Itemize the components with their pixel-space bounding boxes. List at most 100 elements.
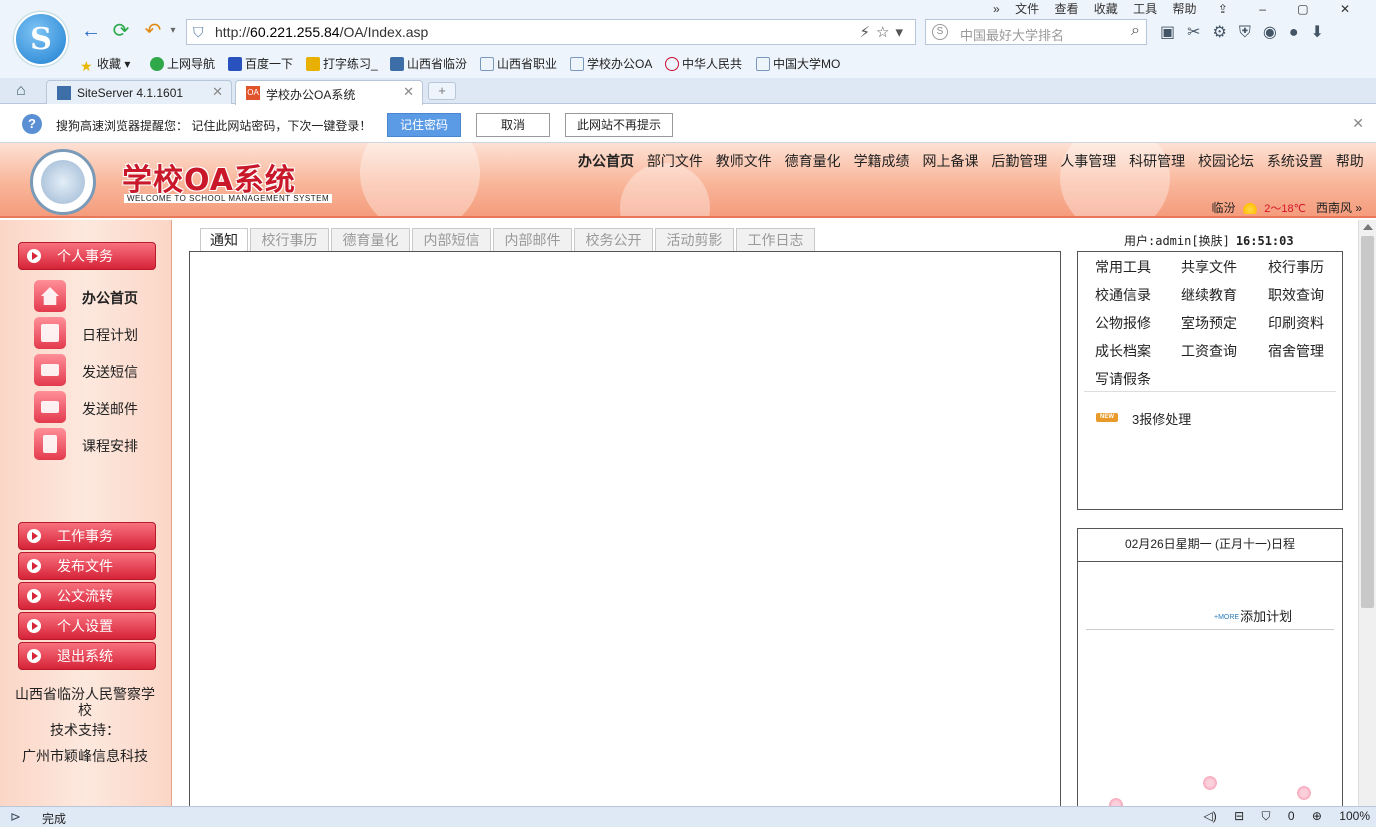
nav-grades[interactable]: 学籍成绩 [854,153,910,169]
menu-help[interactable]: 帮助 [1173,2,1197,16]
tool-school-calendar[interactable]: 校行事历 [1268,257,1324,277]
address-bar-icons[interactable]: ⚡☆▾ [859,23,909,41]
undo-dropdown-icon[interactable]: ▾ [162,20,184,42]
nav-teacher-files[interactable]: 教师文件 [716,153,772,169]
bookmark-favorites[interactable]: ★ 收藏 ▾ [80,55,130,74]
tool-printing[interactable]: 印刷资料 [1268,313,1324,333]
tool-continuing-edu[interactable]: 继续教育 [1181,285,1237,305]
zoom-icon[interactable]: ⊕ 100% [1312,809,1370,823]
close-icon[interactable]: ✕ [1352,115,1364,132]
tool-shared-files[interactable]: 共享文件 [1181,257,1237,277]
home-icon[interactable]: ⌂ [16,82,26,100]
tab-internal-mail[interactable]: 内部邮件 [493,228,572,252]
nav-dept-files[interactable]: 部门文件 [647,153,703,169]
repair-notice-link[interactable]: 3报修处理 [1132,409,1191,428]
new-badge-icon: NEW [1096,413,1118,422]
sidebar-head-work[interactable]: 工作事务 [18,522,156,550]
close-icon[interactable]: ✕ [403,84,414,100]
tool-room-booking[interactable]: 室场预定 [1181,313,1237,333]
add-plan-link[interactable]: +MORE添加计划 [1214,606,1292,625]
bookmark-item[interactable]: 山西省临汾 [390,55,467,72]
tool-directory[interactable]: 校通信录 [1095,285,1151,305]
back-icon[interactable]: ← [80,20,102,42]
sidebar-head-personal[interactable]: 个人事务 [18,242,156,270]
menu-file[interactable]: 文件 [1015,2,1039,16]
adblock-icon[interactable]: ⛉ 0 [1262,809,1295,823]
mail-icon [34,391,66,423]
nav-research[interactable]: 科研管理 [1129,153,1185,169]
search-input[interactable]: S 中国最好大学排名 ⌕ [925,19,1147,45]
tab-moral-quant[interactable]: 德育量化 [331,228,410,252]
bookmark-item[interactable]: 中国大学MO [756,55,840,72]
tab-notice[interactable]: 通知 [200,228,248,253]
tool-performance[interactable]: 职效查询 [1268,285,1324,305]
undo-close-icon[interactable]: ↶ [142,20,164,42]
tab-oa-system[interactable]: OA 学校办公OA系统 ✕ [235,80,423,105]
never-prompt-button[interactable]: 此网站不再提示 [565,113,673,137]
menu-favorites[interactable]: 收藏 [1094,2,1118,16]
tab-siteserver[interactable]: SiteServer 4.1.1601 ✕ [46,80,232,104]
sidebar-toggle-icon[interactable]: ⊳ [10,809,21,825]
tab-work-log[interactable]: 工作日志 [736,228,815,252]
nav-home[interactable]: 办公首页 [578,153,634,169]
nav-logistics[interactable]: 后勤管理 [991,153,1047,169]
tab-internal-sms[interactable]: 内部短信 [412,228,491,252]
download-icon[interactable]: ⊟ [1234,809,1244,823]
window-controls[interactable]: ⇪ – ▢ ✕ [1218,2,1364,16]
bookmark-item[interactable]: 山西省职业 [480,55,557,72]
nav-icon [150,57,164,71]
weather-wind[interactable]: 西南风 » [1316,201,1362,215]
nav-moral-quant[interactable]: 德育量化 [785,153,841,169]
nav-settings[interactable]: 系统设置 [1267,153,1323,169]
menu-tools[interactable]: 工具 [1133,2,1157,16]
tab-activity-photos[interactable]: 活动剪影 [655,228,734,252]
site-header: 学校OA系统 WELCOME TO SCHOOL MANAGEMENT SYST… [0,143,1376,218]
sidebar-footer: 山西省临汾人民警察学校 技术支持： 广州市颖峰信息科技 [10,686,160,768]
support-company[interactable]: 广州市颖峰信息科技 [10,748,160,764]
new-tab-button[interactable]: + [428,82,456,100]
refresh-icon[interactable]: ⟳ [110,20,132,42]
nav-lesson-prep[interactable]: 网上备课 [922,153,978,169]
address-bar[interactable]: ⛉ http://60.221.255.84/OA/Index.asp ⚡☆▾ [186,19,916,45]
search-placeholder: 中国最好大学排名 [960,28,1065,43]
status-text: 完成 [42,812,67,826]
notice-content-panel [189,251,1061,811]
cancel-button[interactable]: 取消 [476,113,550,137]
tab-affairs-public[interactable]: 校务公开 [574,228,653,252]
sidebar-head-docflow[interactable]: 公文流转 [18,582,156,610]
remember-password-button[interactable]: 记住密码 [387,113,461,137]
tool-growth-archive[interactable]: 成长档案 [1095,341,1151,361]
page-scrollbar[interactable] [1358,220,1376,806]
user-text[interactable]: 用户:admin[换肤] [1124,234,1230,248]
sidebar-head-logout[interactable]: 退出系统 [18,642,156,670]
scroll-up-icon[interactable] [1363,224,1373,230]
bookmark-item[interactable]: 中华人民共 [665,55,742,72]
tool-common[interactable]: 常用工具 [1095,257,1151,277]
nav-forum[interactable]: 校园论坛 [1198,153,1254,169]
sidebar-head-personal-settings[interactable]: 个人设置 [18,612,156,640]
support-label: 技术支持： [50,722,120,738]
tool-repair[interactable]: 公物报修 [1095,313,1151,333]
bookmark-item[interactable]: 学校办公OA [570,55,652,72]
close-icon[interactable]: ✕ [212,84,223,100]
tool-dormitory[interactable]: 宿舍管理 [1268,341,1324,361]
search-engine-icon: S [932,24,948,40]
toolbar-extension-icons[interactable]: ▣✂⚙⛨◉●⬇ [1160,22,1336,42]
tool-salary[interactable]: 工资查询 [1181,341,1237,361]
nav-help[interactable]: 帮助 [1336,153,1364,169]
header-decoration [360,143,480,216]
volume-icon[interactable]: ◁) [1204,809,1217,823]
flower-decoration-icon [1202,775,1218,791]
scrollbar-thumb[interactable] [1361,236,1374,608]
tool-leave-request[interactable]: 写请假条 [1095,369,1151,389]
more-icon: +MORE [1214,614,1240,621]
bookmark-item[interactable]: 上网导航 [150,55,215,72]
menu-more[interactable]: » [993,2,1000,16]
bookmark-item[interactable]: 百度一下 [228,55,293,72]
sidebar-head-publish[interactable]: 发布文件 [18,552,156,580]
nav-hr[interactable]: 人事管理 [1060,153,1116,169]
bookmark-item[interactable]: 打字练习_ [306,55,378,72]
tab-school-calendar[interactable]: 校行事历 [250,228,329,252]
menu-view[interactable]: 查看 [1054,2,1078,16]
search-icon[interactable]: ⌕ [1131,22,1140,40]
